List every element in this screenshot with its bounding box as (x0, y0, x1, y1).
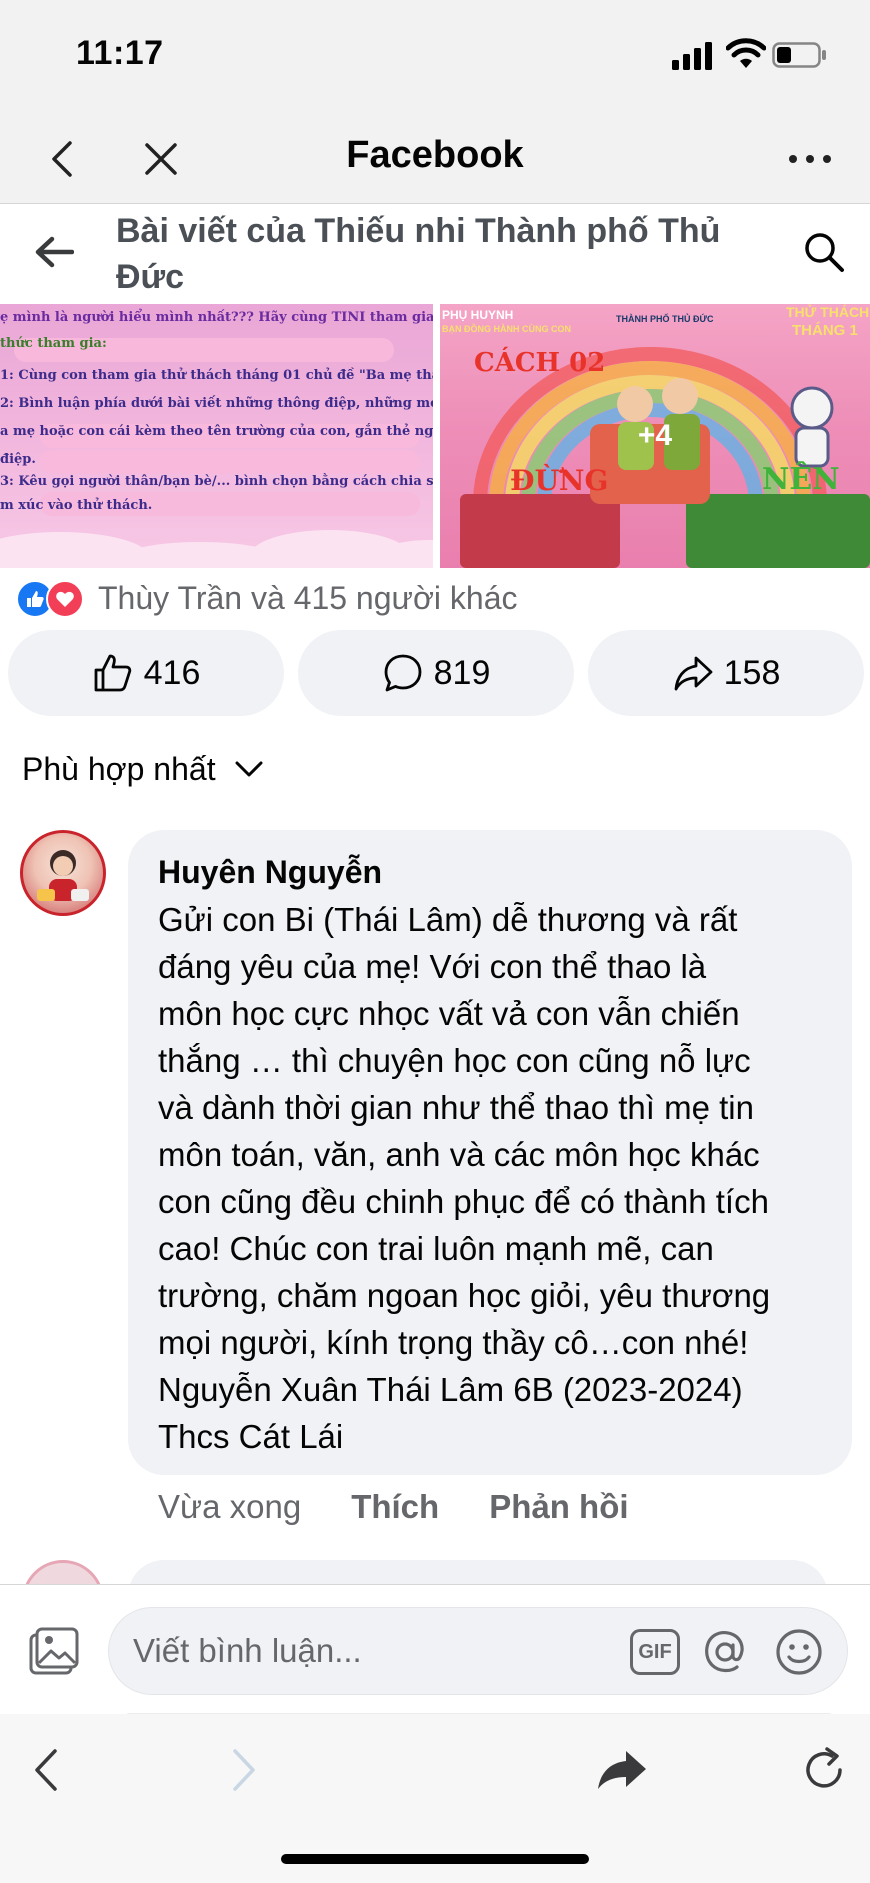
post-photos: ẹ mình là người hiểu mình nhất??? Hãy cù… (0, 304, 870, 568)
search-icon[interactable] (798, 226, 850, 278)
photo-icon[interactable] (26, 1623, 82, 1679)
share-icon[interactable] (592, 1740, 652, 1800)
mention-icon[interactable] (697, 1624, 753, 1680)
share-arrow-icon (674, 656, 713, 691)
comment-timestamp: Vừa xong (158, 1488, 302, 1525)
more-icon[interactable] (782, 134, 838, 184)
photo1-text-line: a mẹ hoặc con cái kèm theo tên trường củ… (0, 424, 433, 439)
reactions-text: Thùy Trần và 415 người khác (98, 579, 518, 616)
reactions-summary[interactable]: Thùy Trần và 415 người khác (16, 574, 518, 622)
like-button[interactable]: 416 (8, 630, 284, 716)
comment-input[interactable]: Viết bình luận... GIF (108, 1607, 848, 1695)
chevron-down-icon (235, 761, 263, 777)
wifi-icon (726, 38, 766, 68)
battery-icon (772, 42, 826, 68)
photo1-text-line: 1: Cùng con tham gia thử thách tháng 01 … (0, 368, 433, 383)
browser-title: Facebook (346, 134, 524, 176)
reaction-icons (16, 578, 92, 618)
nav-forward-icon[interactable] (214, 1740, 274, 1800)
comment-sort-selector[interactable]: Phù hợp nhất (22, 744, 264, 794)
photo1-text-line: thức tham gia: (0, 336, 107, 351)
photo1-text-line: điệp. (0, 452, 36, 467)
post-header: Bài viết của Thiếu nhi Thành phố Thủ Đức (0, 204, 870, 304)
avatar[interactable] (20, 830, 106, 916)
comment-author[interactable]: Huyên Nguyễn (158, 850, 822, 894)
emoji-icon[interactable] (771, 1624, 827, 1680)
photo1-text-line: 2: Bình luận phía dưới bài viết những th… (0, 396, 433, 411)
arrow-left-icon[interactable] (28, 226, 80, 278)
browser-bottom-nav (0, 1714, 870, 1883)
comment-actions: Vừa xong Thích Phản hồi (158, 1488, 629, 1526)
comment-like-button[interactable]: Thích (351, 1488, 439, 1526)
gif-label: GIF (630, 1629, 680, 1675)
sort-label: Phù hợp nhất (22, 750, 216, 787)
share-count: 158 (723, 653, 781, 692)
browser-toolbar: Facebook (0, 112, 870, 204)
comment-text: Gửi con Bi (Thái Lâm) dễ thương và rất đ… (158, 901, 771, 1455)
cellular-signal-icon (672, 42, 712, 70)
reload-icon[interactable] (794, 1740, 854, 1800)
home-indicator (281, 1854, 589, 1864)
comment-bubble[interactable]: Huyên Nguyễn Gửi con Bi (Thái Lâm) dễ th… (128, 830, 852, 1475)
thumbs-up-icon (94, 654, 131, 692)
post-photo-1[interactable]: ẹ mình là người hiểu mình nhất??? Hãy cù… (0, 304, 433, 568)
love-reaction-icon (46, 580, 84, 618)
status-time: 11:17 (76, 34, 164, 72)
comment-count: 819 (433, 653, 491, 692)
comment-composer: Viết bình luận... GIF (0, 1584, 870, 1719)
nav-back-icon[interactable] (16, 1740, 76, 1800)
more-photos-count: +4 (637, 419, 673, 452)
share-button[interactable]: 158 (588, 630, 864, 716)
post-actions: 416 819 158 (8, 630, 864, 716)
post-photo-2[interactable]: PHỤ HUYNH BẠN ĐỒNG HÀNH CÙNG CON THÀNH P… (440, 304, 870, 568)
like-count: 416 (143, 653, 201, 692)
gif-icon[interactable]: GIF (627, 1624, 683, 1680)
photo1-text-line: ẹ mình là người hiểu mình nhất??? Hãy cù… (0, 310, 433, 325)
comment-input-placeholder: Viết bình luận... (133, 1632, 362, 1669)
comment-bubble-icon (384, 654, 422, 692)
status-bar: 11:17 (0, 0, 870, 112)
comment-button[interactable]: 819 (298, 630, 574, 716)
post-page-title: Bài viết của Thiếu nhi Thành phố Thủ Đức (116, 212, 721, 296)
comment-reply-button[interactable]: Phản hồi (489, 1488, 628, 1526)
photo1-text-line: 3: Kêu gọi người thân/bạn bè/... bình ch… (0, 474, 433, 489)
